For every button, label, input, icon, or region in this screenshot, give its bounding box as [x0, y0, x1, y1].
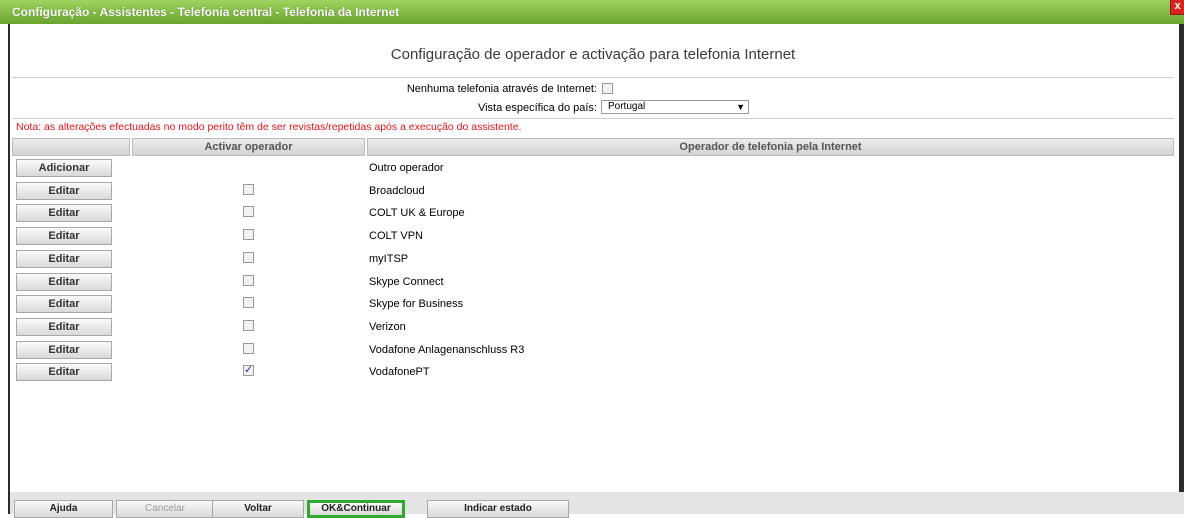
chevron-down-icon: ▼ [736, 102, 745, 112]
table-row: Editar Skype for Business [12, 293, 1174, 315]
edit-provider-button[interactable]: Editar [16, 181, 112, 200]
edit-provider-button[interactable]: Editar [16, 340, 112, 359]
edit-provider-button[interactable]: Editar [16, 227, 112, 246]
provider-name: Skype for Business [369, 298, 464, 311]
table-row: Editar Vodafone Anlagenanschluss R3 [12, 339, 1174, 361]
edit-provider-button[interactable]: Editar [16, 272, 112, 291]
edit-provider-button[interactable]: Editar [16, 204, 112, 223]
provider-name: Outro operador [369, 162, 444, 174]
activate-provider-checkbox[interactable] [243, 206, 254, 218]
close-icon[interactable]: x [1170, 0, 1184, 15]
table-row: Adicionar Outro operador [12, 157, 1174, 179]
column-header-provider: Operador de telefonia pela Internet [367, 138, 1174, 156]
window-title-bar: Configuração - Assistentes - Telefonia c… [0, 0, 1184, 24]
provider-name: Verizon [369, 320, 406, 333]
activate-provider-checkbox[interactable] [243, 251, 254, 263]
provider-name: Vodafone Anlagenanschluss R3 [369, 343, 525, 356]
table-row: Editar Broadcloud [12, 180, 1174, 202]
help-button[interactable]: Ajuda [14, 500, 113, 518]
activate-provider-checkbox[interactable] [243, 297, 254, 309]
provider-name: COLT UK & Europe [369, 207, 465, 220]
table-row: Editar Verizon [12, 316, 1174, 338]
provider-name: VodafonePT [369, 366, 430, 379]
provider-name: COLT VPN [369, 230, 423, 243]
country-view-value: Portugal [608, 101, 646, 112]
divider [12, 77, 1174, 78]
table-row: Editar COLT UK & Europe [12, 202, 1174, 224]
provider-name: Broadcloud [369, 184, 425, 197]
country-view-label: Vista específica do país: [477, 102, 597, 114]
activate-provider-checkbox[interactable] [243, 229, 254, 241]
show-status-button[interactable]: Indicar estado [427, 500, 569, 518]
column-header-actions [12, 138, 130, 156]
activate-provider-checkbox[interactable] [243, 363, 254, 377]
activate-provider-checkbox[interactable] [243, 183, 254, 195]
left-border [0, 24, 10, 514]
table-row: Editar COLT VPN [12, 225, 1174, 247]
window-title: Configuração - Assistentes - Telefonia c… [12, 5, 400, 19]
divider [12, 118, 1174, 119]
activate-provider-checkbox[interactable] [243, 274, 254, 286]
no-internet-telephony-checkbox[interactable] [602, 83, 613, 94]
column-header-activate: Activar operador [132, 138, 365, 156]
add-provider-button[interactable]: Adicionar [16, 159, 112, 177]
table-row: Editar Skype Connect [12, 271, 1174, 293]
provider-name: Skype Connect [369, 275, 444, 288]
table-row: Editar myITSP [12, 248, 1174, 270]
edit-provider-button[interactable]: Editar [16, 295, 112, 314]
edit-provider-button[interactable]: Editar [16, 363, 112, 382]
back-button[interactable]: Voltar [212, 500, 304, 518]
provider-name: myITSP [369, 252, 409, 265]
right-border [1179, 24, 1184, 492]
expert-mode-note: Nota: as alterações efectuadas no modo p… [16, 121, 522, 133]
no-internet-telephony-label: Nenhuma telefonia através de Internet: [406, 83, 597, 95]
edit-provider-button[interactable]: Editar [16, 249, 112, 268]
page-title: Configuração de operador e activação par… [390, 46, 796, 63]
country-view-select[interactable]: Portugal ▼ [601, 100, 749, 114]
ok-continue-button[interactable]: OK&Continuar [307, 500, 405, 518]
activate-provider-checkbox[interactable] [243, 342, 254, 354]
activate-provider-checkbox[interactable] [243, 319, 254, 331]
edit-provider-button[interactable]: Editar [16, 317, 112, 336]
cancel-button[interactable]: Cancelar [116, 500, 214, 518]
table-row: Editar VodafonePT [12, 361, 1174, 383]
